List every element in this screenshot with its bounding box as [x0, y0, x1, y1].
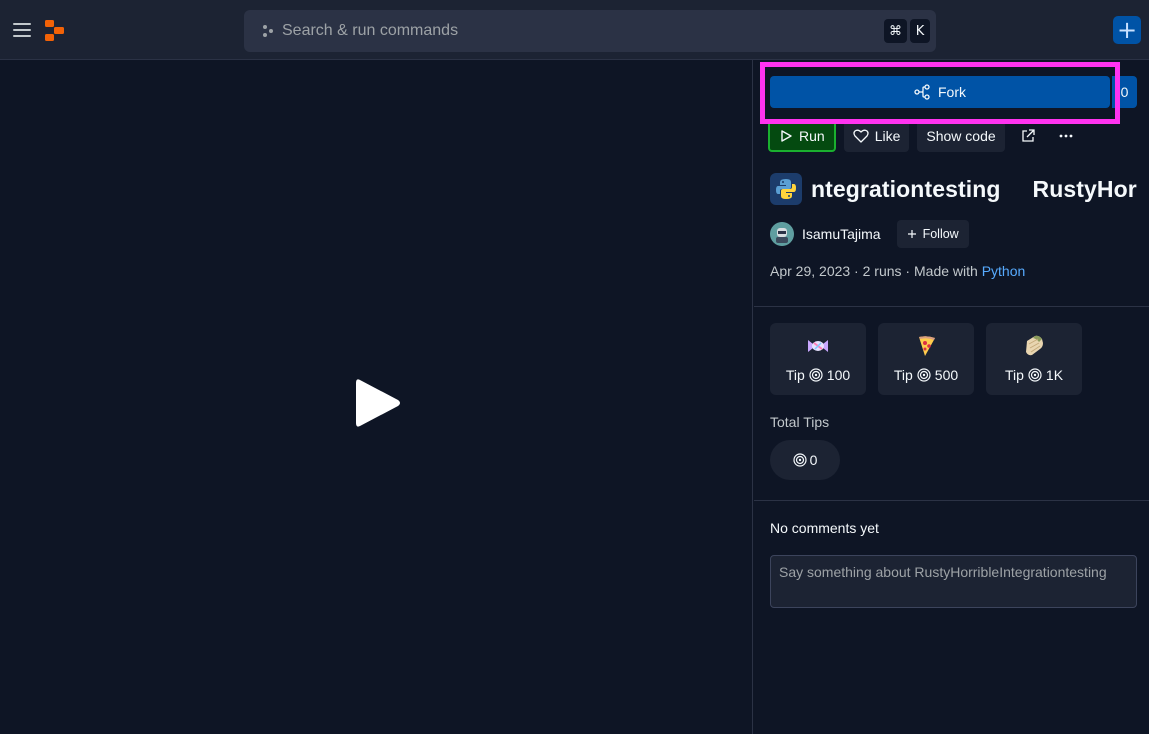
tip-options: Tip 100 Tip 500 Tip 1K: [770, 323, 1082, 395]
total-tips-value: 0: [770, 440, 840, 480]
cycles-icon: [792, 453, 807, 467]
like-label: Like: [874, 128, 901, 144]
avatar[interactable]: [770, 222, 794, 246]
fork-row: Fork 0: [770, 76, 1137, 108]
show-code-button[interactable]: Show code: [917, 120, 1005, 152]
tip-label: Tip: [893, 367, 913, 383]
no-comments-text: No comments yet: [770, 520, 879, 536]
candy-icon: [808, 340, 828, 352]
title-part-1: ntegrationtesting: [811, 175, 1001, 202]
cycles-icon: [917, 368, 931, 382]
tip-amount: 100: [826, 367, 851, 383]
repl-title: ntegrationtesting RustyHor: [770, 172, 1149, 206]
pizza-icon: [919, 336, 935, 356]
meta-separator: ·: [901, 263, 914, 279]
run-count: 2 runs: [862, 263, 902, 279]
heart-icon: [853, 129, 869, 143]
like-button[interactable]: Like: [843, 120, 910, 152]
meta-separator: ·: [850, 263, 863, 279]
search-bar[interactable]: Search & run commands ⌘ K: [244, 10, 936, 52]
python-icon: [770, 173, 802, 205]
follow-label: Follow: [922, 227, 959, 241]
ellipsis-icon: [1059, 134, 1073, 138]
search-placeholder: Search & run commands: [282, 22, 459, 39]
top-bar: Search & run commands ⌘ K +: [0, 0, 1149, 60]
tip-card-100[interactable]: Tip 100: [770, 323, 866, 395]
run-label: Run: [799, 128, 825, 144]
external-link-icon: [1022, 129, 1035, 142]
play-icon[interactable]: [354, 376, 402, 430]
fork-count[interactable]: 0: [1112, 76, 1137, 108]
create-button[interactable]: +: [1113, 16, 1141, 44]
k-key: K: [910, 19, 930, 43]
shortcut-hint: ⌘ K: [884, 19, 930, 43]
replit-logo-icon[interactable]: [44, 20, 66, 42]
author-row: IsamuTajima Follow: [770, 220, 969, 248]
divider: [754, 500, 1149, 501]
tip-amount: 500: [934, 367, 959, 383]
run-button[interactable]: Run: [768, 120, 836, 152]
total-tips-label: Total Tips: [770, 414, 830, 430]
more-options-button[interactable]: [1051, 120, 1081, 152]
fork-button[interactable]: Fork: [770, 76, 1110, 108]
total-tips-amount: 0: [809, 452, 818, 468]
repl-meta: Apr 29, 2023 · 2 runs · Made with Python: [770, 263, 1025, 279]
published-date: Apr 29, 2023: [770, 263, 851, 279]
tip-card-1k[interactable]: Tip 1K: [986, 323, 1082, 395]
output-preview[interactable]: [0, 60, 753, 734]
made-with-label: Made with: [914, 263, 982, 279]
tip-amount: 1K: [1045, 367, 1064, 383]
tip-card-500[interactable]: Tip 500: [878, 323, 974, 395]
title-part-2: RustyHor: [1032, 175, 1137, 202]
command-dots-icon: [263, 25, 273, 37]
plus-icon: +: [1116, 16, 1138, 44]
tip-label: Tip: [785, 367, 805, 383]
language-link[interactable]: Python: [982, 263, 1026, 279]
repl-side-panel: Fork 0 Run Like Show code ntegrationtest…: [754, 60, 1149, 734]
fork-label: Fork: [938, 84, 966, 100]
author-name[interactable]: IsamuTajima: [802, 226, 881, 242]
fork-icon: [914, 84, 930, 100]
action-bar: Run Like Show code: [768, 120, 1081, 152]
hamburger-menu-icon[interactable]: [8, 16, 36, 44]
tip-label: Tip: [1004, 367, 1024, 383]
cycles-icon: [809, 368, 823, 382]
plus-icon: [907, 230, 916, 238]
divider: [754, 306, 1149, 307]
show-code-label: Show code: [926, 128, 996, 144]
cmd-key: ⌘: [884, 19, 907, 43]
cycles-icon: [1028, 368, 1042, 382]
comment-input[interactable]: Say something about RustyHorribleIntegra…: [770, 555, 1137, 608]
open-external-button[interactable]: [1013, 120, 1043, 152]
burrito-icon: [1026, 335, 1043, 356]
run-play-icon: [781, 130, 792, 142]
follow-button[interactable]: Follow: [896, 220, 969, 248]
